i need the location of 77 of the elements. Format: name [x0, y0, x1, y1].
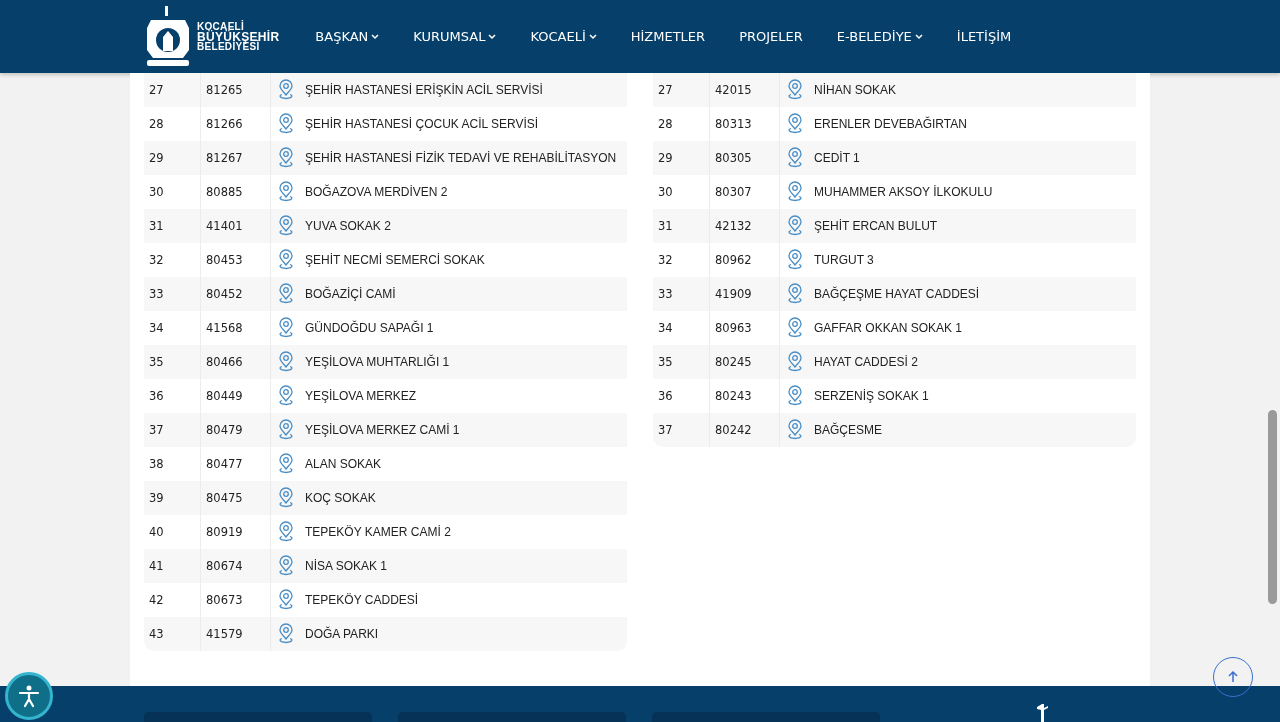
map-pin-icon: [277, 555, 295, 577]
table-cell: BOĞAZİÇİ CAMİ: [305, 287, 396, 301]
map-pin-icon: [786, 351, 804, 373]
logo-text: KOCAELİ: [197, 21, 245, 32]
table-cell: BAĞÇEŞME HAYAT CADDESİ: [814, 287, 980, 301]
table-cell: ŞEHİR HASTANESİ ÇOCUK ACİL SERVİSİ: [305, 117, 539, 131]
map-pin-icon: [786, 283, 804, 305]
scrollbar-thumb[interactable]: [1268, 410, 1277, 604]
table-cell: ŞEHİT NECMİ SEMERCİ SOKAK: [305, 253, 485, 267]
nav-link[interactable]: E-BELEDİYE: [836, 29, 923, 44]
map-pin-icon: [786, 249, 804, 271]
map-pin-icon: [786, 215, 804, 237]
chevron-down-icon: [371, 33, 380, 40]
table-cell: KOÇ SOKAK: [305, 491, 376, 505]
table-cell: MUHAMMER AKSOY İLKOKULU: [814, 185, 993, 199]
arrow-up-icon: [1227, 671, 1239, 683]
table-cell: 41579: [201, 617, 271, 651]
map-pin-icon: [786, 385, 804, 407]
table-cell: 80242: [710, 413, 780, 447]
map-pin-icon: [277, 589, 295, 611]
logo-text: BÜYÜKŞEHİR: [197, 31, 280, 42]
table-cell: ŞEHİR HASTANESİ FİZİK TEDAVİ VE REHABİLİTASYON: [305, 151, 617, 165]
map-pin-icon: [277, 487, 295, 509]
accessibility-button[interactable]: [5, 672, 53, 720]
map-pin-icon: [277, 419, 295, 441]
table-cell: YEŞİLOVA MERKEZ CAMİ 1: [305, 423, 460, 437]
table-cell: BOĞAZOVA MERDİVEN 2: [305, 185, 448, 199]
table-cell: BAĞÇESME: [814, 423, 882, 437]
table-cell: ŞEHİR HASTANESİ ERİŞKİN ACİL SERVİSİ: [305, 83, 543, 97]
chevron-down-icon: [588, 33, 597, 40]
table-cell: GAFFAR OKKAN SOKAK 1: [814, 321, 963, 335]
nav-link[interactable]: KOCAELİ: [530, 29, 597, 44]
table-cell: NİHAN SOKAK: [814, 83, 897, 97]
table-cell: TURGUT 3: [814, 253, 874, 267]
map-pin-icon: [277, 453, 295, 475]
table-cell: ŞEHİT ERCAN BULUT: [814, 219, 938, 233]
map-pin-icon: [277, 79, 295, 101]
map-pin-icon: [277, 283, 295, 305]
table-cell: YEŞİLOVA MERKEZ: [305, 389, 417, 403]
nav-link[interactable]: KURUMSAL: [413, 29, 497, 44]
table-cell: ALAN SOKAK: [305, 457, 382, 471]
map-pin-icon: [277, 385, 295, 407]
table-cell: CEDİT 1: [814, 151, 860, 165]
statue-icon: [1036, 704, 1050, 722]
table-cell: NİSA SOKAK 1: [305, 559, 388, 573]
map-pin-icon: [786, 317, 804, 339]
table-cell: HAYAT CADDESİ 2: [814, 355, 918, 369]
map-pin-icon: [786, 181, 804, 203]
table-cell: ERENLER DEVEBAĞIRTAN: [814, 117, 967, 131]
map-pin-icon: [277, 147, 295, 169]
table-cell: TEPEKÖY CADDESİ: [305, 593, 419, 607]
map-pin-icon: [786, 113, 804, 135]
table-cell: YEŞİLOVA MUHTARLIĞI 1: [305, 355, 450, 369]
map-pin-icon: [277, 113, 295, 135]
nav-link[interactable]: BAŞKAN: [315, 29, 380, 44]
chevron-down-icon: [488, 33, 497, 40]
table-cell: SERZENİŞ SOKAK 1: [814, 389, 929, 403]
map-pin-icon: [786, 147, 804, 169]
map-pin-icon: [277, 623, 295, 645]
map-pin-icon: [277, 181, 295, 203]
nav-link[interactable]: HİZMETLER: [630, 29, 706, 44]
table-cell: DOĞA PARKI: [305, 627, 379, 641]
chevron-down-icon: [914, 33, 923, 40]
table-cell: YUVA SOKAK 2: [305, 219, 391, 233]
map-pin-icon: [786, 419, 804, 441]
nav-link[interactable]: İLETİŞİM: [956, 29, 1012, 44]
map-pin-icon: [277, 215, 295, 237]
map-pin-icon: [277, 351, 295, 373]
table-cell: GÜNDOĞDU SAPAĞI 1: [305, 321, 434, 335]
table-cell: 37: [653, 413, 710, 447]
map-pin-icon: [277, 249, 295, 271]
table-cell: 43: [144, 617, 201, 651]
table-cell: TEPEKÖY KAMER CAMİ 2: [305, 525, 451, 539]
nav-link[interactable]: PROJELER: [739, 29, 803, 44]
map-pin-icon: [277, 521, 295, 543]
map-pin-icon: [786, 79, 804, 101]
map-pin-icon: [277, 317, 295, 339]
